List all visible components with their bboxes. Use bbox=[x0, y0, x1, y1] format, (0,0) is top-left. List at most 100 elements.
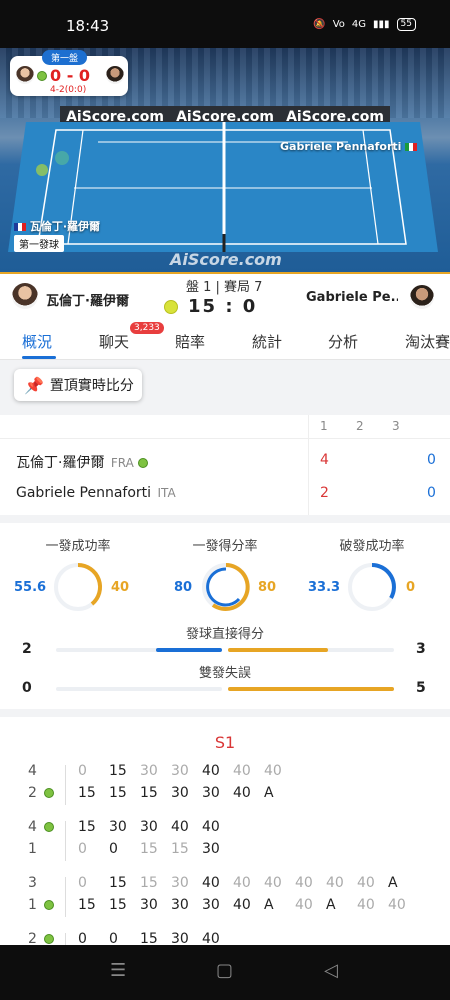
point-score: 15 bbox=[140, 875, 158, 891]
point-score: 40 bbox=[326, 875, 344, 891]
far-player-name: Gabriele Pennaforti bbox=[280, 140, 402, 153]
break-ring bbox=[348, 563, 396, 611]
near-player-name: 瓦倫丁·羅伊爾 bbox=[29, 220, 101, 233]
tab-stats[interactable]: 統計 bbox=[252, 331, 282, 352]
player2-row: Gabriele Pennaforti ITA bbox=[16, 485, 176, 501]
chat-count-badge: 3,233 bbox=[130, 322, 164, 334]
point-score: 15 bbox=[140, 931, 158, 945]
divider bbox=[308, 415, 309, 515]
point-score: 30 bbox=[202, 785, 220, 801]
signal-icon: ▮▮▮ bbox=[373, 19, 390, 30]
point-score: 0 bbox=[78, 841, 87, 857]
serve-tag: 第一發球 bbox=[14, 235, 64, 252]
tab-bar: 概況 聊天 3,233 賠率 統計 分析 淘汰賽 bbox=[0, 322, 450, 360]
player1-row: 瓦倫丁·羅伊爾 FRA bbox=[16, 452, 149, 472]
point-score: 15 bbox=[140, 785, 158, 801]
set-header-3: 3 bbox=[392, 419, 400, 433]
set-header-2: 2 bbox=[356, 419, 364, 433]
point-sequence: 0 0 15 30 40 bbox=[78, 931, 233, 945]
point-sequence: 15 15 15 30 30 40 A bbox=[78, 785, 295, 801]
point-score: 40 bbox=[202, 931, 220, 945]
volte-icon: Vo bbox=[332, 19, 345, 30]
court-watermark: AiScore.com bbox=[170, 250, 282, 269]
point-score: 30 bbox=[109, 819, 127, 835]
serving-icon bbox=[44, 934, 54, 944]
tennis-ball-icon bbox=[164, 300, 178, 314]
point-score: 30 bbox=[171, 897, 189, 913]
point-score: 40 bbox=[388, 897, 406, 913]
current-points: 15 : 0 bbox=[188, 296, 258, 317]
player1-name: 瓦倫丁·羅伊爾 bbox=[16, 455, 105, 471]
game-score: 1 bbox=[28, 841, 37, 857]
first-serve-won-right: 80 bbox=[258, 580, 277, 595]
point-score: 30 bbox=[171, 785, 189, 801]
point-score: 40 bbox=[295, 875, 313, 891]
game-label: 盤 1 | 賽局 7 bbox=[186, 280, 263, 295]
point-score: 15 bbox=[78, 819, 96, 835]
point-score: 40 bbox=[202, 763, 220, 779]
pbp-row: 4 0 15 30 30 40 40 40 bbox=[0, 763, 450, 783]
game-score: 4 bbox=[28, 819, 37, 835]
point-score: A bbox=[264, 897, 274, 913]
point-score: 40 bbox=[295, 897, 313, 913]
point-score: 15 bbox=[109, 785, 127, 801]
near-player-label: 瓦倫丁·羅伊爾 bbox=[14, 218, 100, 234]
recent-apps-icon[interactable]: ☰ bbox=[110, 960, 126, 981]
point-score: 30 bbox=[171, 875, 189, 891]
player2-avatar bbox=[410, 285, 434, 309]
status-bar: 18:43 🔕 Vo 4G ▮▮▮ 55 bbox=[0, 0, 450, 48]
set-header: 1 2 3 bbox=[0, 415, 450, 439]
player2-country: ITA bbox=[157, 486, 176, 500]
tab-overview[interactable]: 概況 bbox=[22, 331, 52, 352]
point-score: A bbox=[264, 785, 274, 801]
player1-avatar bbox=[12, 283, 38, 309]
point-score: 40 bbox=[357, 897, 375, 913]
player2-total: 0 bbox=[427, 485, 436, 501]
set-header-1: 1 bbox=[320, 419, 328, 433]
far-player-label: Gabriele Pennaforti bbox=[280, 140, 418, 153]
aces-title: 發球直接得分 bbox=[185, 627, 264, 642]
df-left-track bbox=[56, 687, 222, 691]
network-icon: 4G bbox=[351, 19, 367, 30]
point-score: 0 bbox=[78, 931, 87, 945]
player1-set1: 4 bbox=[320, 452, 329, 468]
tab-knockout[interactable]: 淘汰賽 bbox=[405, 331, 450, 352]
pin-live-score-button[interactable]: 📌 置頂實時比分 bbox=[14, 369, 142, 401]
point-score: 30 bbox=[140, 897, 158, 913]
point-sequence: 15 30 30 40 40 bbox=[78, 819, 233, 835]
player2-avatar bbox=[106, 66, 124, 84]
game-score: 1 bbox=[28, 897, 37, 913]
player2-name: Gabriele Pennaforti bbox=[16, 485, 152, 501]
first-serve-won-left: 80 bbox=[174, 580, 193, 595]
first-serve-left: 55.6 bbox=[14, 580, 47, 595]
tab-odds[interactable]: 賠率 bbox=[175, 331, 205, 352]
home-icon[interactable]: ▢ bbox=[216, 960, 233, 981]
pin-icon: 📌 bbox=[24, 375, 44, 395]
game-score: 2 bbox=[28, 931, 37, 945]
back-icon[interactable]: ◁ bbox=[324, 960, 338, 981]
serving-icon bbox=[44, 822, 54, 832]
match-scorebar: 瓦倫丁·羅伊爾 盤 1 | 賽局 7 15 : 0 Gabriele Pe... bbox=[0, 272, 450, 322]
point-score: 15 bbox=[109, 897, 127, 913]
game-score: 2 bbox=[28, 785, 37, 801]
tab-chat[interactable]: 聊天 bbox=[99, 331, 129, 352]
point-score: 0 bbox=[78, 763, 87, 779]
point-score: 15 bbox=[78, 897, 96, 913]
point-score: 30 bbox=[202, 897, 220, 913]
mini-scoreboard[interactable]: 第一盤 0 - 0 4-2(0:0) bbox=[10, 50, 128, 96]
tab-analysis[interactable]: 分析 bbox=[328, 331, 358, 352]
point-score: 40 bbox=[264, 763, 282, 779]
point-score: 40 bbox=[264, 875, 282, 891]
double-faults-right-bar bbox=[228, 687, 394, 691]
point-by-point-card: S1 4 0 15 30 30 40 40 40 2 15 15 15 30 30 40 A 4 15 30 30 40… bbox=[0, 717, 450, 945]
point-score: 40 bbox=[233, 785, 251, 801]
break-right: 0 bbox=[406, 580, 416, 595]
serving-icon bbox=[44, 788, 54, 798]
point-score: 40 bbox=[233, 763, 251, 779]
court-view: AiScore.com AiScore.com AiScore.com AiSc… bbox=[0, 48, 450, 272]
pbp-row: 4 15 30 30 40 40 bbox=[0, 819, 450, 839]
pbp-row: 2 0 0 15 30 40 bbox=[0, 931, 450, 945]
point-score: 15 bbox=[109, 763, 127, 779]
pbp-row: 2 15 15 15 30 30 40 A bbox=[0, 785, 450, 805]
aces-right: 3 bbox=[416, 641, 426, 657]
